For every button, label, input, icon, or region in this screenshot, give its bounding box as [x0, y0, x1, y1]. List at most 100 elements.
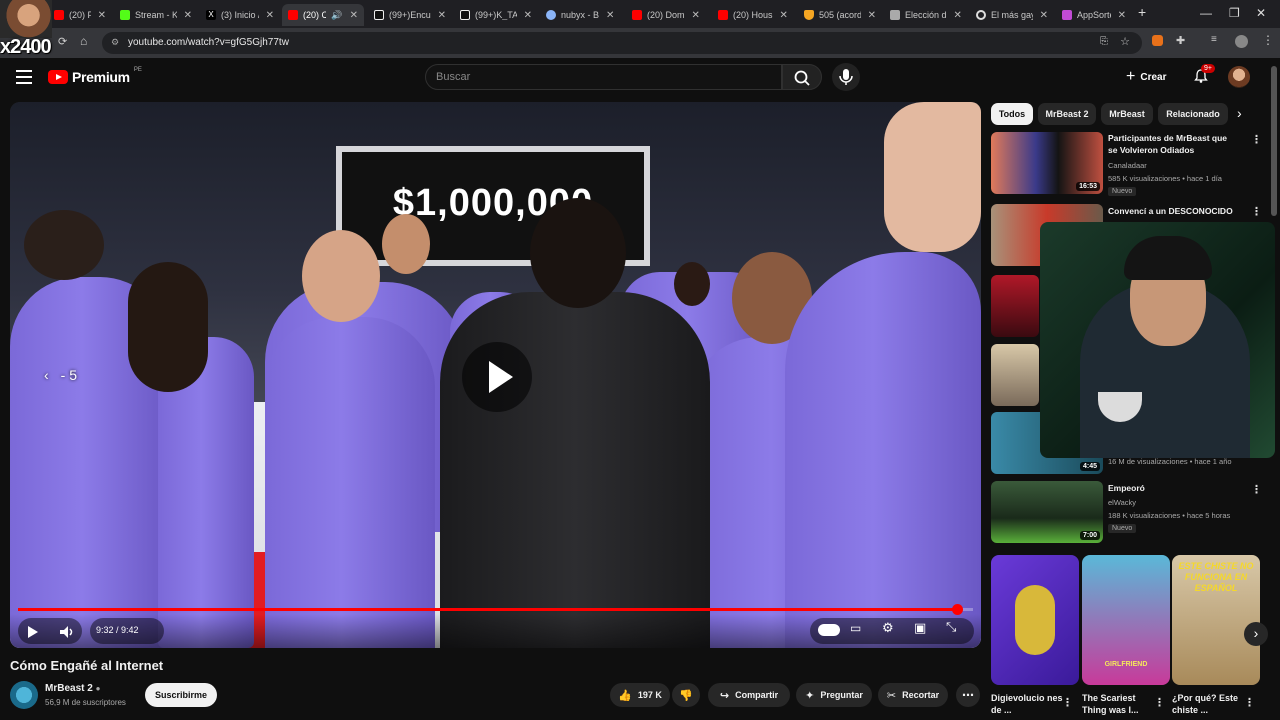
tab-close-icon[interactable]: ✕ [266, 10, 274, 21]
short-thumbnail[interactable]: ESTE CHISTE NO FUNCIONA EN ESPAÑOL [1172, 555, 1260, 685]
media-control-icon[interactable]: ≡ [1211, 34, 1217, 45]
tab-close-icon[interactable]: ✕ [954, 10, 962, 21]
browser-tab[interactable]: X (3) Inicio / ✕ [200, 4, 280, 26]
filter-chips: Todos MrBeast 2 MrBeast Relacionado › [991, 103, 1255, 125]
audio-playing-icon[interactable]: 🔊 [331, 10, 342, 21]
tab-close-icon[interactable]: ✕ [184, 10, 192, 21]
recommendation-thumbnail[interactable]: 16:53 [991, 132, 1103, 194]
tab-close-icon[interactable]: ✕ [868, 10, 876, 21]
browser-tab[interactable]: AppSorteo ✕ [1056, 4, 1132, 26]
site-info-icon[interactable]: ⚙ [111, 37, 119, 48]
close-window-icon[interactable]: ✕ [1256, 6, 1266, 20]
tab-close-icon[interactable]: ✕ [98, 10, 106, 21]
tab-close-icon[interactable]: ✕ [606, 10, 614, 21]
clip-button[interactable]: ✂ Recortar [878, 683, 948, 707]
bookmark-star-icon[interactable]: ☆ [1120, 35, 1130, 48]
shorts-next-button[interactable]: › [1244, 622, 1268, 646]
short-title[interactable]: Digievolucio nes de ... [991, 692, 1063, 716]
progress-scrubber[interactable] [951, 604, 963, 615]
channel-name[interactable]: MrBeast 2 ● [45, 683, 100, 694]
volume-icon[interactable] [58, 624, 76, 640]
more-vertical-icon[interactable]: ⋮ [1251, 483, 1262, 496]
create-button[interactable]: + Crear [1126, 66, 1166, 88]
like-button[interactable]: 👍 197 K [610, 683, 670, 707]
browser-tab[interactable]: El más gay ✕ [970, 4, 1054, 26]
youtube-premium-logo[interactable]: Premium PE [48, 67, 142, 85]
channel-avatar[interactable] [10, 681, 38, 709]
short-title[interactable]: ¿Por qué? Este chiste ... [1172, 692, 1244, 716]
browser-tab[interactable]: (20) Hous ✕ [712, 4, 796, 26]
home-icon[interactable]: ⌂ [80, 34, 87, 48]
ask-button[interactable]: ✦ Preguntar [796, 683, 872, 707]
reload-icon[interactable]: ⟳ [58, 35, 67, 48]
more-vertical-icon[interactable]: ⋮ [1244, 696, 1255, 709]
video-player[interactable]: $1,000,000 ‹ - 5 9:32 / 9:42 ▭ ⚙ ▣ ⤡ [10, 102, 981, 648]
account-avatar[interactable] [1228, 66, 1250, 88]
browser-tab[interactable]: nubyx - B ✕ [540, 4, 622, 26]
subtitles-icon[interactable]: ▭ [850, 621, 861, 635]
youtube-play-logo-icon [48, 70, 68, 84]
browser-tab[interactable]: (99+)K_TA ✕ [454, 4, 538, 26]
new-tab-button[interactable]: + [1138, 4, 1146, 20]
browser-tab-active[interactable]: (20) C 🔊 ✕ [282, 4, 364, 26]
short-thumbnail[interactable] [991, 555, 1079, 685]
recommendation-thumbnail[interactable] [991, 275, 1039, 337]
recommendation-thumbnail[interactable]: 7:00 [991, 481, 1103, 543]
more-vertical-icon[interactable]: ⋮ [1062, 696, 1073, 709]
recommendation-title[interactable]: Participantes de MrBeast que se Volviero… [1108, 132, 1238, 156]
autoplay-toggle[interactable] [818, 624, 840, 636]
install-app-icon[interactable]: ⎘ [1100, 36, 1108, 47]
share-button[interactable]: ↪ Compartir [708, 683, 790, 707]
chip-mrbeast2[interactable]: MrBeast 2 [1038, 103, 1096, 125]
chip-related[interactable]: Relacionado [1158, 103, 1228, 125]
recommendation-thumbnail[interactable] [991, 344, 1039, 406]
dislike-button[interactable]: 👎 [672, 683, 700, 707]
browser-tab[interactable]: Elección d ✕ [884, 4, 968, 26]
tab-close-icon[interactable]: ✕ [780, 10, 788, 21]
progress-bar[interactable] [18, 604, 973, 615]
browser-tab[interactable]: (99+)Encue ✕ [368, 4, 452, 26]
fullscreen-exit-icon[interactable]: ⤡ [946, 619, 956, 635]
puzzle-extensions-icon[interactable]: ✚ [1176, 34, 1185, 47]
minimize-icon[interactable]: — [1200, 6, 1212, 20]
recommendation-title[interactable]: Empeoró [1108, 482, 1238, 494]
tab-close-icon[interactable]: ✕ [524, 10, 532, 21]
more-actions-button[interactable]: ⋯ [956, 683, 980, 707]
subscribe-button[interactable]: Suscribirme [145, 683, 217, 707]
browser-tab[interactable]: (20) Plan B ✕ [48, 4, 112, 26]
search-input[interactable]: Buscar [425, 64, 782, 90]
country-code: PE [133, 67, 142, 73]
chip-mrbeast[interactable]: MrBeast [1101, 103, 1153, 125]
tab-close-icon[interactable]: ✕ [692, 10, 700, 21]
recommendation-title[interactable]: Convencí a un DESCONOCIDO [1108, 205, 1238, 217]
miniplayer-icon[interactable]: ▣ [914, 620, 926, 636]
browser-menu-icon[interactable]: ⋮ [1262, 33, 1274, 47]
chip-all[interactable]: Todos [991, 103, 1033, 125]
profile-icon[interactable] [1235, 35, 1248, 48]
browser-tab[interactable]: Stream - K ✕ [114, 4, 198, 26]
voice-search-button[interactable] [832, 63, 860, 91]
play-button-overlay[interactable] [462, 342, 532, 412]
browser-tab[interactable]: 505 (acord ✕ [798, 4, 882, 26]
recommendation-channel[interactable]: Canaladaar [1108, 161, 1147, 170]
page-scrollbar[interactable] [1271, 66, 1277, 216]
tab-close-icon[interactable]: ✕ [1118, 10, 1126, 21]
url-field[interactable]: ⚙ youtube.com/watch?v=gfG5Gjh77tw ⎘ ☆ [102, 32, 1142, 54]
search-button[interactable] [782, 64, 822, 90]
hamburger-menu-icon[interactable] [16, 70, 32, 84]
maximize-icon[interactable]: ❐ [1229, 6, 1240, 20]
short-thumbnail[interactable]: GIRLFRIEND [1082, 555, 1170, 685]
tab-close-icon[interactable]: ✕ [438, 10, 446, 21]
more-vertical-icon[interactable]: ⋮ [1251, 205, 1262, 218]
more-vertical-icon[interactable]: ⋮ [1154, 696, 1165, 709]
tab-close-icon[interactable]: ✕ [350, 10, 358, 21]
recommendation-channel[interactable]: elWacky [1108, 498, 1136, 507]
browser-tab[interactable]: (20) Dom ✕ [626, 4, 710, 26]
settings-gear-icon[interactable]: ⚙ [882, 620, 894, 636]
play-icon[interactable] [24, 624, 40, 640]
extension-icon[interactable] [1152, 35, 1163, 46]
more-vertical-icon[interactable]: ⋮ [1251, 133, 1262, 146]
tab-close-icon[interactable]: ✕ [1040, 10, 1048, 21]
short-title[interactable]: The Scariest Thing was I... [1082, 692, 1154, 716]
chevron-right-icon[interactable]: › [1237, 105, 1242, 121]
